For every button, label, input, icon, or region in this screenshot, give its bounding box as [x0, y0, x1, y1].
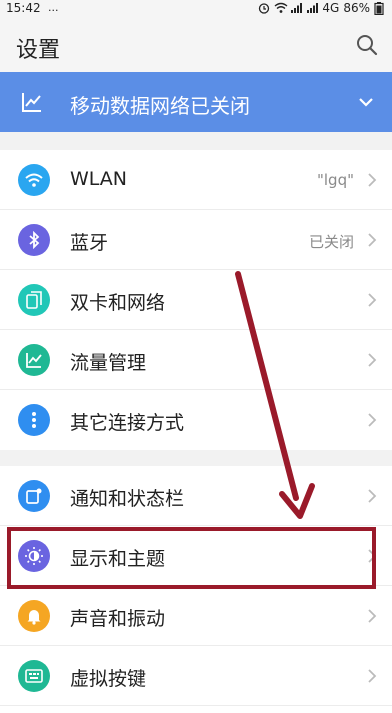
signal-icon — [290, 2, 303, 14]
chevron-right-icon — [366, 488, 378, 504]
chevron-right-icon — [366, 352, 378, 368]
status-time: 15:42 — [6, 1, 41, 15]
data-usage-icon — [18, 344, 50, 376]
settings-item-virtual-keys[interactable]: 虚拟按键 — [0, 646, 392, 706]
settings-item-dual-sim[interactable]: 双卡和网络 — [0, 270, 392, 330]
bluetooth-icon — [18, 224, 50, 256]
chevron-right-icon — [366, 172, 378, 188]
page-title: 设置 — [16, 38, 61, 63]
settings-item-label: WLAN — [70, 168, 128, 190]
chevron-right-icon — [366, 292, 378, 308]
settings-item-label: 通知和状态栏 — [70, 488, 185, 510]
settings-item-label: 双卡和网络 — [70, 292, 166, 314]
settings-group-connectivity: WLAN "lgq" 蓝牙 已关闭 双卡和网络 流量管理 其它连接方式 — [0, 150, 392, 450]
settings-item-wlan[interactable]: WLAN "lgq" — [0, 150, 392, 210]
settings-item-label: 声音和振动 — [70, 608, 166, 630]
settings-item-data-usage[interactable]: 流量管理 — [0, 330, 392, 390]
notification-icon — [18, 480, 50, 512]
bell-icon — [18, 600, 50, 632]
chevron-right-icon — [366, 668, 378, 684]
chevron-down-icon[interactable] — [358, 94, 374, 110]
banner-text: 移动数据网络已关闭 — [70, 94, 250, 118]
settings-item-sound-vibration[interactable]: 声音和振动 — [0, 586, 392, 646]
status-extra: ... — [48, 1, 59, 14]
signal-2-icon — [306, 2, 319, 14]
battery-icon — [374, 2, 386, 16]
virtual-keys-icon — [18, 660, 50, 692]
alarm-icon — [258, 2, 270, 14]
settings-item-value: "lgq" — [316, 171, 354, 189]
settings-item-label: 虚拟按键 — [70, 668, 147, 690]
settings-item-label: 蓝牙 — [70, 232, 109, 254]
settings-item-notifications[interactable]: 通知和状态栏 — [0, 466, 392, 526]
settings-item-bluetooth[interactable]: 蓝牙 已关闭 — [0, 210, 392, 270]
status-indicators: 4G 86% — [258, 1, 386, 16]
settings-item-value: 已关闭 — [308, 233, 354, 251]
wifi-status-icon — [274, 2, 288, 14]
battery-percent: 86% — [343, 1, 370, 15]
search-icon[interactable] — [356, 34, 378, 56]
highlight-box — [7, 527, 376, 589]
settings-item-label: 其它连接方式 — [70, 412, 185, 434]
mobile-data-banner[interactable]: 移动数据网络已关闭 — [0, 72, 392, 132]
settings-item-label: 流量管理 — [70, 352, 147, 374]
data-trend-icon — [20, 90, 44, 114]
chevron-right-icon — [366, 412, 378, 428]
network-type: 4G — [322, 1, 340, 15]
title-bar: 设置 — [0, 18, 392, 72]
more-dots-icon — [18, 404, 50, 436]
status-bar: 15:42 ... 4G 86% — [0, 0, 392, 18]
sim-cards-icon — [18, 284, 50, 316]
wifi-icon — [18, 164, 50, 196]
settings-item-other-connections[interactable]: 其它连接方式 — [0, 390, 392, 450]
chevron-right-icon — [366, 608, 378, 624]
chevron-right-icon — [366, 232, 378, 248]
settings-group-device: 通知和状态栏 显示和主题 声音和振动 虚拟按键 — [0, 466, 392, 713]
